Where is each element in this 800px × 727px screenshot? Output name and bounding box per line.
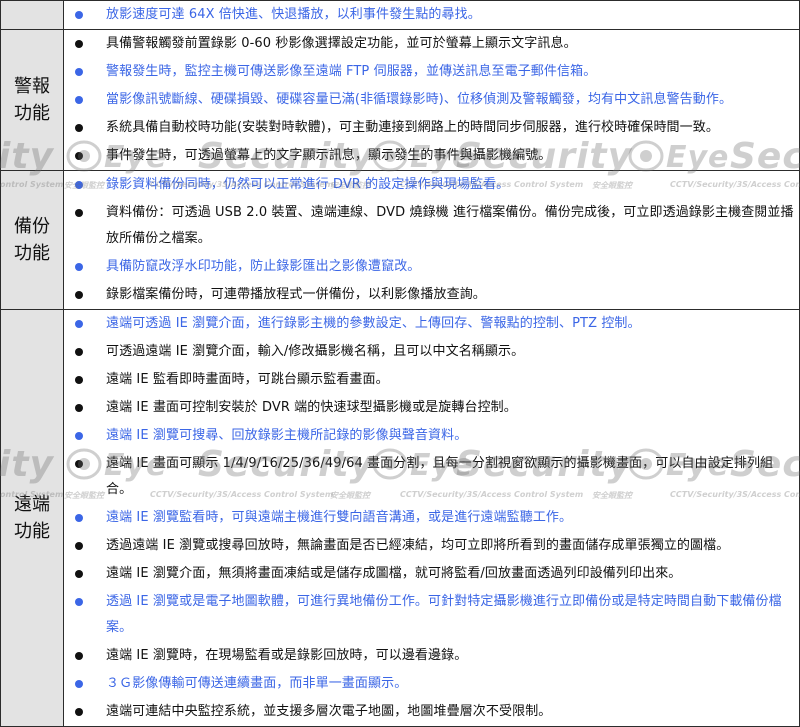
feature-text: 警報發生時，監控主機可傳送影像至遠端 FTP 伺服器，並傳送訊息至電子郵件信箱。	[106, 64, 597, 79]
feature-text: 遠端 IE 畫面可控制安裝於 DVR 端的快速球型攝影機或是旋轉台控制。	[106, 400, 517, 415]
feature-text: 系統具備自動校時功能(安裝對時軟體)，可主動連接到網路上的時間同步伺服器，進行校…	[106, 120, 719, 135]
feature-section-row: 警報功能 具備警報觸發前置錄影 0-60 秒影像選擇設定功能，並可於螢幕上顯示文字…	[0, 29, 800, 171]
feature-item: 透過 IE 瀏覽或是電子地圖軟體，可進行異地備份工作。可針對特定攝影機進行立即備…	[64, 588, 799, 642]
feature-text: 具備警報觸發前置錄影 0-60 秒影像選擇設定功能，並可於螢幕上顯示文字訊息。	[106, 36, 577, 51]
bullet-icon	[75, 652, 83, 660]
feature-item: 遠端 IE 畫面可顯示 1/4/9/16/25/36/49/64 畫面分割，且每…	[64, 450, 799, 504]
category-label: 備份功能	[14, 216, 50, 264]
feature-list-cell: 放影速度可達 64X 倍快進、快退播放，以利事件發生點的尋找。	[63, 0, 800, 30]
feature-text: 透過遠端 IE 瀏覽或搜尋回放時，無論畫面是否已經凍結，均可立即將所看到的畫面儲…	[106, 538, 730, 553]
bullet-icon	[75, 542, 83, 550]
feature-item: 遠端 IE 瀏覽介面，無須將畫面凍結或是儲存成圖檔，就可將監看/回放畫面透過列印…	[64, 560, 799, 588]
bullet-icon	[75, 291, 83, 299]
feature-item: 系統具備自動校時功能(安裝對時軟體)，可主動連接到網路上的時間同步伺服器，進行校…	[64, 114, 799, 142]
feature-text: 遠端 IE 瀏覽可搜尋、回放錄影主機所記錄的影像與聲音資料。	[106, 428, 468, 443]
feature-text: 遠端 IE 畫面可顯示 1/4/9/16/25/36/49/64 畫面分割，且每…	[106, 456, 774, 497]
feature-item: 具備防竄改浮水印功能，防止錄影匯出之影像遭竄改。	[64, 253, 799, 281]
feature-section-row: 放影速度可達 64X 倍快進、快退播放，以利事件發生點的尋找。	[0, 0, 800, 30]
spec-sheet: 放影速度可達 64X 倍快進、快退播放，以利事件發生點的尋找。 警報功能 具備警報觸…	[0, 0, 800, 727]
feature-text: 資料備份：可透過 USB 2.0 裝置、遠端連線、DVD 燒錄機 進行檔案備份。…	[106, 205, 794, 246]
bullet-icon	[75, 598, 83, 606]
category-label: 遠端功能	[14, 494, 50, 542]
feature-text: 遠端 IE 瀏覽介面，無須將畫面凍結或是儲存成圖檔，就可將監看/回放畫面透過列印…	[106, 566, 682, 581]
feature-item: 錄影資料備份同時，仍然可以正常進行 DVR 的設定操作與現場監看。	[64, 171, 799, 199]
feature-item: 遠端 IE 瀏覽時，在現場監看或是錄影回放時，可以邊看邊錄。	[64, 642, 799, 670]
bullet-icon	[75, 404, 83, 412]
bullet-icon	[75, 209, 83, 217]
bullet-icon	[75, 570, 83, 578]
bullet-icon	[75, 96, 83, 104]
bullet-icon	[75, 680, 83, 688]
bullet-icon	[75, 124, 83, 132]
category-cell	[0, 0, 64, 30]
feature-section-row: 遠端功能 遠端可透過 IE 瀏覽介面，進行錄影主機的參數設定、上傳回存、警報點的控…	[0, 309, 800, 727]
bullet-icon	[75, 263, 83, 271]
feature-item: 放影速度可達 64X 倍快進、快退播放，以利事件發生點的尋找。	[64, 1, 799, 29]
feature-list: 遠端可透過 IE 瀏覽介面，進行錄影主機的參數設定、上傳回存、警報點的控制、PT…	[64, 310, 799, 726]
feature-text: 放影速度可達 64X 倍快進、快退播放，以利事件發生點的尋找。	[106, 7, 481, 22]
category-label: 警報功能	[14, 76, 50, 124]
feature-list-cell: 遠端可透過 IE 瀏覽介面，進行錄影主機的參數設定、上傳回存、警報點的控制、PT…	[63, 309, 800, 727]
feature-item: 可透過遠端 IE 瀏覽介面，輸入/修改攝影機名稱，且可以中文名稱顯示。	[64, 338, 799, 366]
bullet-icon	[75, 152, 83, 160]
bullet-icon	[75, 181, 83, 189]
feature-item: 資料備份：可透過 USB 2.0 裝置、遠端連線、DVD 燒錄機 進行檔案備份。…	[64, 199, 799, 253]
feature-list: 錄影資料備份同時，仍然可以正常進行 DVR 的設定操作與現場監看。資料備份：可透…	[64, 171, 799, 309]
feature-item: 事件發生時，可透過螢幕上的文字顯示訊息，顯示發生的事件與攝影機編號。	[64, 142, 799, 170]
category-cell: 備份功能	[0, 170, 64, 310]
feature-text: 透過 IE 瀏覽或是電子地圖軟體，可進行異地備份工作。可針對特定攝影機進行立即備…	[106, 594, 782, 635]
feature-item: 遠端可連結中央監控系統，並支援多層次電子地圖，地圖堆疊層次不受限制。	[64, 698, 799, 726]
category-cell: 警報功能	[0, 29, 64, 171]
bullet-icon	[75, 460, 83, 468]
bullet-icon	[75, 348, 83, 356]
feature-text: ３Ｇ影像傳輸可傳送連續畫面，而非單一畫面顯示。	[106, 676, 408, 691]
feature-text: 遠端可連結中央監控系統，並支援多層次電子地圖，地圖堆疊層次不受限制。	[106, 704, 552, 719]
feature-table: 放影速度可達 64X 倍快進、快退播放，以利事件發生點的尋找。 警報功能 具備警報觸…	[0, 0, 800, 727]
feature-item: 具備警報觸發前置錄影 0-60 秒影像選擇設定功能，並可於螢幕上顯示文字訊息。	[64, 30, 799, 58]
bullet-icon	[75, 11, 83, 19]
feature-text: 錄影檔案備份時，可連帶播放程式一併備份，以利影像播放查詢。	[106, 287, 486, 302]
feature-item: 遠端 IE 瀏覽可搜尋、回放錄影主機所記錄的影像與聲音資料。	[64, 422, 799, 450]
feature-list: 放影速度可達 64X 倍快進、快退播放，以利事件發生點的尋找。	[64, 1, 799, 29]
feature-text: 可透過遠端 IE 瀏覽介面，輸入/修改攝影機名稱，且可以中文名稱顯示。	[106, 344, 525, 359]
feature-list-cell: 具備警報觸發前置錄影 0-60 秒影像選擇設定功能，並可於螢幕上顯示文字訊息。警…	[63, 29, 800, 171]
bullet-icon	[75, 68, 83, 76]
feature-list-cell: 錄影資料備份同時，仍然可以正常進行 DVR 的設定操作與現場監看。資料備份：可透…	[63, 170, 800, 310]
feature-item: 遠端 IE 監看即時畫面時，可跳台顯示監看畫面。	[64, 366, 799, 394]
feature-text: 遠端 IE 監看即時畫面時，可跳台顯示監看畫面。	[106, 372, 389, 387]
bullet-icon	[75, 40, 83, 48]
bullet-icon	[75, 708, 83, 716]
feature-text: 遠端 IE 瀏覽時，在現場監看或是錄影回放時，可以邊看邊錄。	[106, 648, 468, 663]
feature-section-row: 備份功能 錄影資料備份同時，仍然可以正常進行 DVR 的設定操作與現場監看。 資料備…	[0, 170, 800, 310]
bullet-icon	[75, 514, 83, 522]
bullet-icon	[75, 320, 83, 328]
feature-text: 事件發生時，可透過螢幕上的文字顯示訊息，顯示發生的事件與攝影機編號。	[106, 148, 552, 163]
feature-item: 遠端 IE 瀏覽監看時，可與遠端主機進行雙向語音溝通，或是進行遠端監聽工作。	[64, 504, 799, 532]
feature-text: 錄影資料備份同時，仍然可以正常進行 DVR 的設定操作與現場監看。	[106, 177, 510, 192]
feature-item: 錄影檔案備份時，可連帶播放程式一併備份，以利影像播放查詢。	[64, 281, 799, 309]
feature-item: 遠端可透過 IE 瀏覽介面，進行錄影主機的參數設定、上傳回存、警報點的控制、PT…	[64, 310, 799, 338]
bullet-icon	[75, 432, 83, 440]
feature-item: 當影像訊號斷線、硬碟損毀、硬碟容量已滿(非循環錄影時)、位移偵測及警報觸發，均有…	[64, 86, 799, 114]
category-cell: 遠端功能	[0, 309, 64, 727]
bullet-icon	[75, 376, 83, 384]
feature-text: 遠端可透過 IE 瀏覽介面，進行錄影主機的參數設定、上傳回存、警報點的控制、PT…	[106, 316, 641, 331]
feature-text: 具備防竄改浮水印功能，防止錄影匯出之影像遭竄改。	[106, 259, 421, 274]
feature-item: 警報發生時，監控主機可傳送影像至遠端 FTP 伺服器，並傳送訊息至電子郵件信箱。	[64, 58, 799, 86]
feature-item: 遠端 IE 畫面可控制安裝於 DVR 端的快速球型攝影機或是旋轉台控制。	[64, 394, 799, 422]
feature-text: 當影像訊號斷線、硬碟損毀、硬碟容量已滿(非循環錄影時)、位移偵測及警報觸發，均有…	[106, 92, 733, 107]
feature-list: 具備警報觸發前置錄影 0-60 秒影像選擇設定功能，並可於螢幕上顯示文字訊息。警…	[64, 30, 799, 170]
feature-text: 遠端 IE 瀏覽監看時，可與遠端主機進行雙向語音溝通，或是進行遠端監聽工作。	[106, 510, 573, 525]
feature-item: 透過遠端 IE 瀏覽或搜尋回放時，無論畫面是否已經凍結，均可立即將所看到的畫面儲…	[64, 532, 799, 560]
feature-item: ３Ｇ影像傳輸可傳送連續畫面，而非單一畫面顯示。	[64, 670, 799, 698]
